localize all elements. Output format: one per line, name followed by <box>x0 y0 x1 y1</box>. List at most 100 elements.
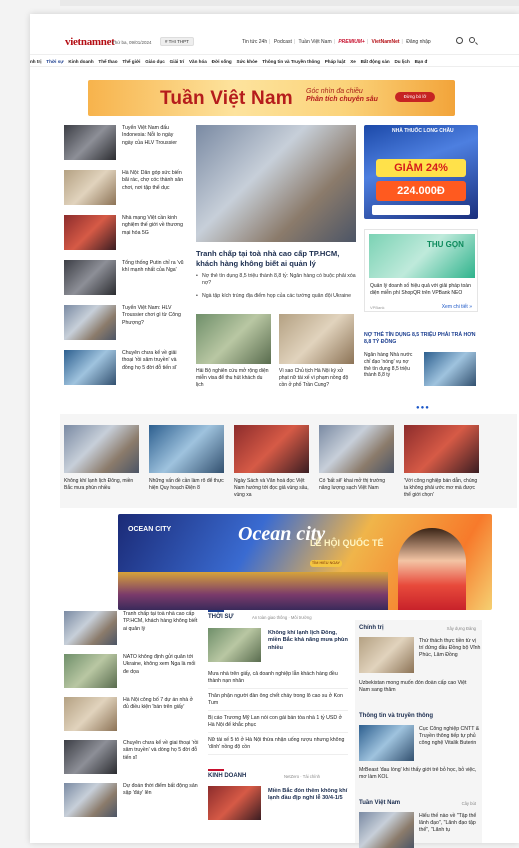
carousel-dots[interactable]: ●●● <box>416 405 430 411</box>
nav-item[interactable]: Giải trí <box>170 59 185 64</box>
bank-ad[interactable]: THU GỌN Quản lý doanh số hiệu quả với gi… <box>364 229 478 312</box>
header-links: Tin tức 24h | Podcast | Tuần Việt Nam | PRE… <box>242 39 431 45</box>
ad-image: THU GỌN <box>369 234 475 278</box>
news-line[interactable]: Bị cáo Trương Mỹ Lan nói con gái bán tòa… <box>208 715 348 733</box>
thumbnail <box>64 783 117 817</box>
banner-title: Tuần Việt Nam <box>160 88 293 109</box>
thumbnail <box>234 425 309 473</box>
nav-item[interactable]: Sức khỏe <box>237 59 258 64</box>
thumbnail <box>64 697 117 731</box>
nav-item[interactable]: Pháp luật <box>325 59 346 64</box>
thumbnail <box>64 305 116 340</box>
nav-item[interactable]: Thông tin và Truyền thông <box>262 59 320 64</box>
ocean-city-ad[interactable]: OCEAN CITY Ocean city LỄ HỘI QUỐC TẾ TÌM… <box>118 514 492 610</box>
header-date: Thứ ba, 09/01/2024 <box>112 40 152 45</box>
browser-top-strip <box>60 0 519 6</box>
list-item[interactable]: Tranh chấp tại toà nhà cao cấp TP.HCM, k… <box>64 611 199 649</box>
nav-item[interactable]: Giáo dục <box>145 59 165 64</box>
exam-tag[interactable]: # THI THPT <box>160 37 194 46</box>
banner-tagline: Góc nhìn đa chiều Phân tích chuyên sâu <box>306 88 378 103</box>
section-subtopics[interactable]: NetZero · Tài chính <box>284 774 320 779</box>
nav-item[interactable]: Xe <box>350 59 356 64</box>
thumbnail <box>404 425 479 473</box>
tuan-viet-nam-banner[interactable]: Tuần Việt Nam Góc nhìn đa chiều Phân tích… <box>88 80 455 116</box>
list-item[interactable]: Dự đoán thời điểm bất động sản sập 'đáy'… <box>64 783 199 821</box>
search-icon[interactable] <box>469 37 475 43</box>
section-subtopic[interactable]: Cây bút <box>462 801 476 806</box>
thumbnail <box>64 170 116 205</box>
nav-item[interactable]: Kinh doanh <box>68 59 93 64</box>
thumbnail <box>64 350 116 385</box>
nav-item[interactable]: Bất động sản <box>361 59 390 64</box>
nav-item[interactable]: Đời sống <box>212 59 232 64</box>
thumbnail <box>208 786 261 820</box>
list-item[interactable]: Nhà mạng Việt cần kinh nghiệm thế giới v… <box>64 215 186 255</box>
thumbnail <box>279 314 354 364</box>
list-item[interactable]: Chuyên chưa kể về giai thoại 'rồi sâm tr… <box>64 740 199 778</box>
section-title-tuan-viet-nam[interactable]: Tuần Việt Nam <box>359 800 400 806</box>
vietnamnet-small-logo[interactable]: VietNamNet <box>372 39 400 45</box>
featured-title[interactable]: Tranh chấp tại toà nhà cao cấp TP.HCM, k… <box>196 249 358 269</box>
thumbnail <box>64 425 139 473</box>
band-item[interactable]: Ngày Sách và Văn hoá đọc Việt Nam hướng … <box>234 425 309 499</box>
ad-footer <box>372 205 470 215</box>
thumbnail <box>359 637 414 673</box>
band-item[interactable]: Không khí lạnh lịch Đông, miền Bắc mưa p… <box>64 425 139 492</box>
featured-image[interactable] <box>196 125 356 242</box>
list-item[interactable]: Tuyển Việt Nam: HLV Troussier chơi gì từ… <box>64 305 186 345</box>
thumbnail <box>64 215 116 250</box>
site-header: vietnamnet Thứ ba, 09/01/2024 # THI THPT… <box>30 14 519 54</box>
featured-sub-item[interactable]: Hải Bộ nghiên cứu mở rộng diện miễn visa… <box>196 314 271 389</box>
news-line[interactable]: Uzbekistan mong muốn đón đoàn cấp cao Vi… <box>359 680 477 694</box>
thumbnail <box>64 125 116 160</box>
list-item[interactable]: Chuyên chưa kể về giải thoại 'rồi sâm tr… <box>64 350 186 390</box>
featured-bullet[interactable]: Ngà tập kích trúng địa điểm họp của các … <box>196 293 358 301</box>
banner-cta-button[interactable]: Đừng bỏ lỡ <box>395 92 435 102</box>
link-tin-tuc-24h[interactable]: Tin tức 24h <box>242 39 267 45</box>
premium-link[interactable]: PREMIUM+ <box>338 39 365 45</box>
list-item[interactable]: Hà Nội: Dân góp sức biến bãi rác, chợ có… <box>64 170 186 210</box>
nav-item-thoi-su[interactable]: Thời sự <box>46 59 63 64</box>
nav-item[interactable]: Du lịch <box>394 59 409 64</box>
nav-item[interactable]: Bạn đ <box>415 59 428 64</box>
nav-item[interactable]: Thế giới <box>122 59 140 64</box>
section-subtopics[interactable]: An toàn giao thông · Môi trường <box>252 615 312 620</box>
list-item[interactable]: Hà Nội công bố 7 dự án nhà ở đủ điều kiệ… <box>64 697 199 735</box>
band-item[interactable]: Có 'bất sẽ' khai mở thị trường năng lượn… <box>319 425 394 492</box>
band-item[interactable]: Những vấn đề cần làm rõ để thực hiện Quy… <box>149 425 224 492</box>
right-sections: Chính trị Xây dựng Đảng Thứ thách thực t… <box>355 620 482 848</box>
nav-item[interactable]: Văn hóa <box>189 59 207 64</box>
thumbnail <box>424 352 476 386</box>
credit-story[interactable]: NỢ THẺ TÍN DỤNG 8,5 TRIỆU PHẢI TRẢ HƠN 8… <box>364 332 478 404</box>
nav-item[interactable]: nh trị <box>30 59 41 64</box>
featured-sub-item[interactable]: Vì sao Chủ tịch Hà Nội ký xử phạt nữ tài… <box>279 314 354 389</box>
section-title-kinh-doanh[interactable]: KINH DOANH <box>208 769 246 779</box>
thumbnail <box>359 725 414 761</box>
link-tuan-viet-nam[interactable]: Tuần Việt Nam <box>299 39 332 45</box>
news-line[interactable]: Mưa nhà trên giấy, cả doanh nghiệp lẫn k… <box>208 671 348 689</box>
nav-item[interactable]: Thể thao <box>98 59 117 64</box>
news-line[interactable]: MrBeast 'đau lòng' khi thấy giới trẻ bỏ … <box>359 767 477 781</box>
section-subtopic[interactable]: Xây dựng Đảng <box>447 626 476 631</box>
news-line[interactable]: Nữ tài xế 5 tô ở Hà Nội thừa nhận uống r… <box>208 737 348 755</box>
pharmacy-ad[interactable]: NHÀ THUỐC LONG CHÂU GIẢM 24% 224.000Đ <box>364 125 478 219</box>
site-logo[interactable]: vietnamnet <box>65 36 115 48</box>
section-title-thoi-su[interactable]: THỜI SỰ <box>208 610 233 620</box>
band-item[interactable]: 'Với công nghiệp bán dẫn, chúng ta không… <box>404 425 479 499</box>
highlight-band: Không khí lạnh lịch Đông, miền Bắc mưa p… <box>60 414 517 508</box>
user-icon[interactable] <box>456 37 463 44</box>
section-title-chinh-tri[interactable]: Chính trị <box>359 625 384 631</box>
section-title-ttt[interactable]: Thông tin và truyền thông <box>359 713 433 719</box>
list-item[interactable]: Tổng thống Putin chỉ ra 'vũ khí mạnh nhấ… <box>64 260 186 300</box>
link-podcast[interactable]: Podcast <box>274 39 292 45</box>
list-item[interactable]: NATO không định gửi quân tới Ukraine, kh… <box>64 654 199 692</box>
login-link[interactable]: Đăng nhập <box>406 39 430 45</box>
see-more-link[interactable]: Xem chi tiết » <box>442 304 472 310</box>
thumbnail <box>208 628 261 662</box>
featured-bullet[interactable]: Nợ thẻ tín dụng 8,5 triệu thành 8,8 tỷ: … <box>196 273 358 288</box>
thumbnail <box>64 740 117 774</box>
news-line[interactable]: Thân phận người đàn ông chết cháy trong … <box>208 693 348 711</box>
page-container: vietnamnet Thứ ba, 09/01/2024 # THI THPT… <box>30 14 519 848</box>
ad-cta-button[interactable]: TÌM HIỂU NGAY <box>310 560 342 567</box>
list-item[interactable]: Tuyển Việt Nam đấu Indonesia: Nỗi lo ngà… <box>64 125 186 165</box>
